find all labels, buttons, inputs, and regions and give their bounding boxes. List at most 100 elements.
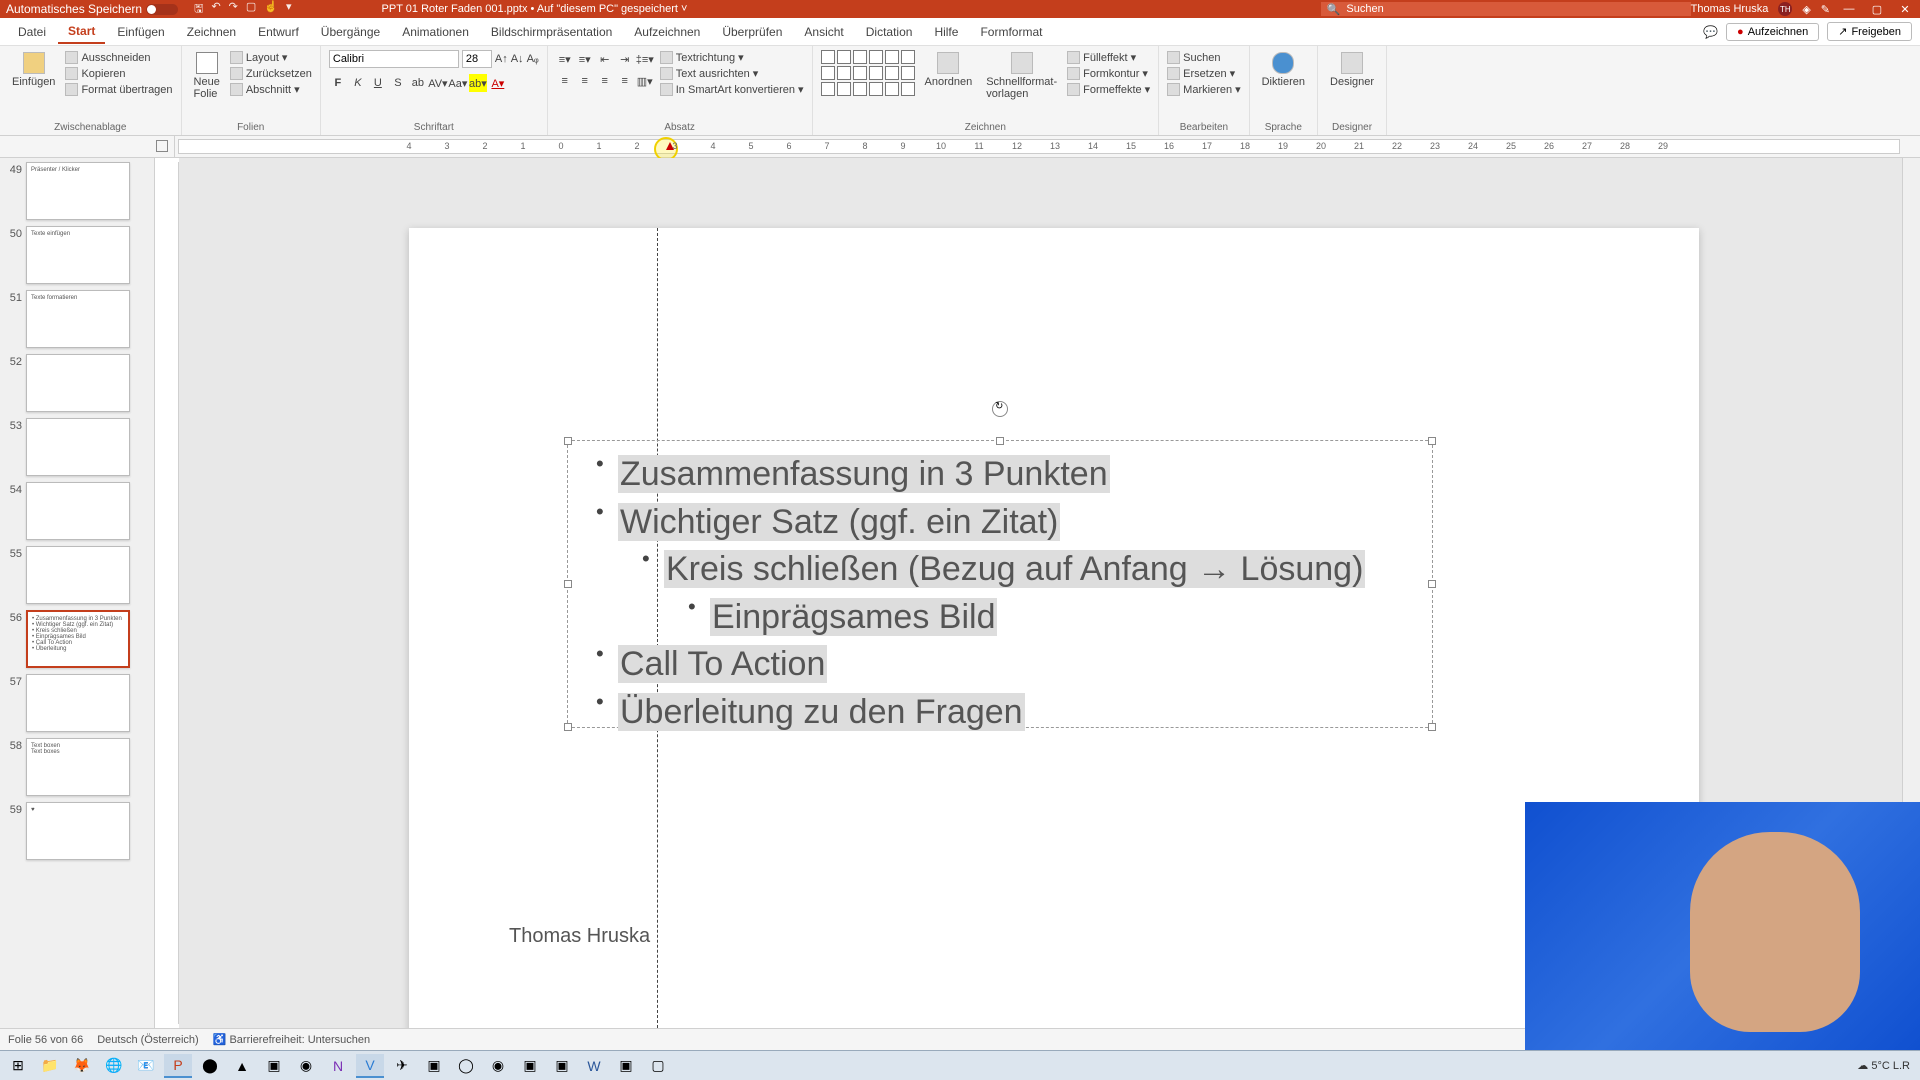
find-button[interactable]: Suchen bbox=[1167, 50, 1240, 65]
dictate-button[interactable]: Diktieren bbox=[1258, 50, 1309, 90]
thumbnail-52[interactable]: 52 bbox=[2, 354, 152, 412]
highlight-button[interactable]: ab▾ bbox=[469, 74, 487, 92]
format-painter-button[interactable]: Format übertragen bbox=[65, 82, 172, 97]
tab-dictation[interactable]: Dictation bbox=[856, 21, 923, 43]
resize-handle[interactable] bbox=[1428, 437, 1436, 445]
reset-button[interactable]: Zurücksetzen bbox=[230, 66, 312, 81]
thumbnail-54[interactable]: 54 bbox=[2, 482, 152, 540]
app-icon[interactable]: ⬤ bbox=[196, 1054, 224, 1078]
bullet-item[interactable]: Call To Action bbox=[588, 641, 1412, 689]
ruler-corner[interactable] bbox=[0, 136, 175, 157]
font-name-input[interactable] bbox=[329, 50, 459, 68]
strike-button[interactable]: ab bbox=[409, 74, 427, 92]
select-button[interactable]: Markieren ▾ bbox=[1167, 82, 1240, 97]
pen-icon[interactable]: ✎ bbox=[1821, 3, 1830, 16]
qat-more-icon[interactable]: ▾ bbox=[286, 0, 292, 19]
tab-bildschirm[interactable]: Bildschirmpräsentation bbox=[481, 21, 622, 43]
onenote-icon[interactable]: N bbox=[324, 1054, 352, 1078]
rotate-handle[interactable] bbox=[992, 401, 1008, 417]
font-size-input[interactable] bbox=[462, 50, 492, 68]
resize-handle[interactable] bbox=[564, 437, 572, 445]
record-button[interactable]: ●Aufzeichnen bbox=[1726, 23, 1819, 41]
search-box[interactable]: 🔍 Suchen bbox=[1321, 2, 1691, 16]
bullet-item[interactable]: Überleitung zu den Fragen bbox=[588, 689, 1412, 737]
paste-button[interactable]: Einfügen bbox=[8, 50, 59, 90]
resize-handle[interactable] bbox=[564, 723, 572, 731]
thumbnail-59[interactable]: 59♥ bbox=[2, 802, 152, 860]
replace-button[interactable]: Ersetzen ▾ bbox=[1167, 66, 1240, 81]
bullet-item[interactable]: Einprägsames Bild bbox=[680, 594, 1412, 642]
app-icon[interactable]: ▣ bbox=[260, 1054, 288, 1078]
app-icon[interactable]: ▣ bbox=[420, 1054, 448, 1078]
align-left-button[interactable]: ≡ bbox=[556, 72, 574, 90]
thumbnail-56[interactable]: 56• Zusammenfassung in 3 Punkten• Wichti… bbox=[2, 610, 152, 668]
user-avatar[interactable]: TH bbox=[1778, 2, 1792, 16]
arrange-button[interactable]: Anordnen bbox=[921, 50, 977, 90]
present-icon[interactable]: ▢ bbox=[246, 0, 256, 19]
columns-button[interactable]: ▥▾ bbox=[636, 72, 654, 90]
bullet-item[interactable]: Wichtiger Satz (ggf. ein Zitat) bbox=[588, 499, 1412, 547]
linespacing-button[interactable]: ‡≡▾ bbox=[636, 50, 654, 68]
thumbnail-58[interactable]: 58Text boxenText boxes bbox=[2, 738, 152, 796]
weather-widget[interactable]: ☁ 5°C L.R bbox=[1857, 1059, 1910, 1072]
text-placeholder[interactable]: Zusammenfassung in 3 PunktenWichtiger Sa… bbox=[567, 440, 1433, 728]
slide-count[interactable]: Folie 56 von 66 bbox=[8, 1034, 83, 1046]
shape-fill-button[interactable]: Fülleffekt ▾ bbox=[1067, 50, 1150, 65]
tab-zeichnen[interactable]: Zeichnen bbox=[177, 21, 246, 43]
language-indicator[interactable]: Deutsch (Österreich) bbox=[97, 1034, 198, 1046]
app-icon[interactable]: ▢ bbox=[644, 1054, 672, 1078]
numbering-button[interactable]: ≡▾ bbox=[576, 50, 594, 68]
tab-start[interactable]: Start bbox=[58, 20, 105, 44]
spacing-button[interactable]: AV▾ bbox=[429, 74, 447, 92]
vertical-ruler[interactable] bbox=[155, 162, 179, 1024]
thumbnail-51[interactable]: 51Texte formatieren bbox=[2, 290, 152, 348]
tab-aufzeichnen[interactable]: Aufzeichnen bbox=[624, 21, 710, 43]
undo-icon[interactable]: ↶ bbox=[211, 0, 220, 19]
tab-animationen[interactable]: Animationen bbox=[392, 21, 479, 43]
underline-button[interactable]: U bbox=[369, 74, 387, 92]
tab-entwurf[interactable]: Entwurf bbox=[248, 21, 309, 43]
word-icon[interactable]: W bbox=[580, 1054, 608, 1078]
vlc-icon[interactable]: ▲ bbox=[228, 1054, 256, 1078]
telegram-icon[interactable]: ✈ bbox=[388, 1054, 416, 1078]
tab-uebergaenge[interactable]: Übergänge bbox=[311, 21, 390, 43]
thumbnail-55[interactable]: 55 bbox=[2, 546, 152, 604]
copy-button[interactable]: Kopieren bbox=[65, 66, 172, 81]
cut-button[interactable]: Ausschneiden bbox=[65, 50, 172, 65]
accessibility-check[interactable]: ♿ Barrierefreiheit: Untersuchen bbox=[213, 1033, 370, 1046]
section-button[interactable]: Abschnitt ▾ bbox=[230, 82, 312, 97]
app-icon[interactable]: ◯ bbox=[452, 1054, 480, 1078]
app-icon[interactable]: ▣ bbox=[612, 1054, 640, 1078]
maximize-button[interactable]: ▢ bbox=[1868, 3, 1886, 16]
powerpoint-icon[interactable]: P bbox=[164, 1054, 192, 1078]
grow-font-icon[interactable]: A↑ bbox=[495, 53, 508, 65]
bullets-button[interactable]: ≡▾ bbox=[556, 50, 574, 68]
close-button[interactable]: ✕ bbox=[1896, 3, 1914, 16]
shape-effects-button[interactable]: Formeffekte ▾ bbox=[1067, 82, 1150, 97]
clear-format-icon[interactable]: Aᵩ bbox=[527, 53, 539, 65]
bullet-item[interactable]: Zusammenfassung in 3 Punkten bbox=[588, 451, 1412, 499]
tab-einfuegen[interactable]: Einfügen bbox=[107, 21, 174, 43]
layout-button[interactable]: Layout ▾ bbox=[230, 50, 312, 65]
designer-button[interactable]: Designer bbox=[1326, 50, 1378, 90]
text-direction-button[interactable]: Textrichtung ▾ bbox=[660, 50, 804, 65]
align-right-button[interactable]: ≡ bbox=[596, 72, 614, 90]
comments-icon[interactable]: 💬 bbox=[1703, 25, 1718, 39]
resize-handle[interactable] bbox=[564, 580, 572, 588]
convert-smartart-button[interactable]: In SmartArt konvertieren ▾ bbox=[660, 82, 804, 97]
shrink-font-icon[interactable]: A↓ bbox=[511, 53, 524, 65]
shapes-gallery[interactable] bbox=[821, 50, 915, 96]
start-button[interactable]: ⊞ bbox=[4, 1054, 32, 1078]
tab-hilfe[interactable]: Hilfe bbox=[924, 21, 968, 43]
bullet-item[interactable]: Kreis schließen (Bezug auf Anfang → Lösu… bbox=[634, 546, 1412, 594]
indent-button[interactable]: ⇥ bbox=[616, 50, 634, 68]
redo-icon[interactable]: ↷ bbox=[229, 0, 238, 19]
chrome-icon[interactable]: 🌐 bbox=[100, 1054, 128, 1078]
save-icon[interactable]: 🖫 bbox=[194, 0, 203, 19]
visio-icon[interactable]: V bbox=[356, 1054, 384, 1078]
outlook-icon[interactable]: 📧 bbox=[132, 1054, 160, 1078]
document-title[interactable]: PPT 01 Roter Faden 001.pptx • Auf "diese… bbox=[382, 3, 1291, 15]
align-text-button[interactable]: Text ausrichten ▾ bbox=[660, 66, 804, 81]
minimize-button[interactable]: — bbox=[1840, 3, 1858, 15]
resize-handle[interactable] bbox=[996, 437, 1004, 445]
